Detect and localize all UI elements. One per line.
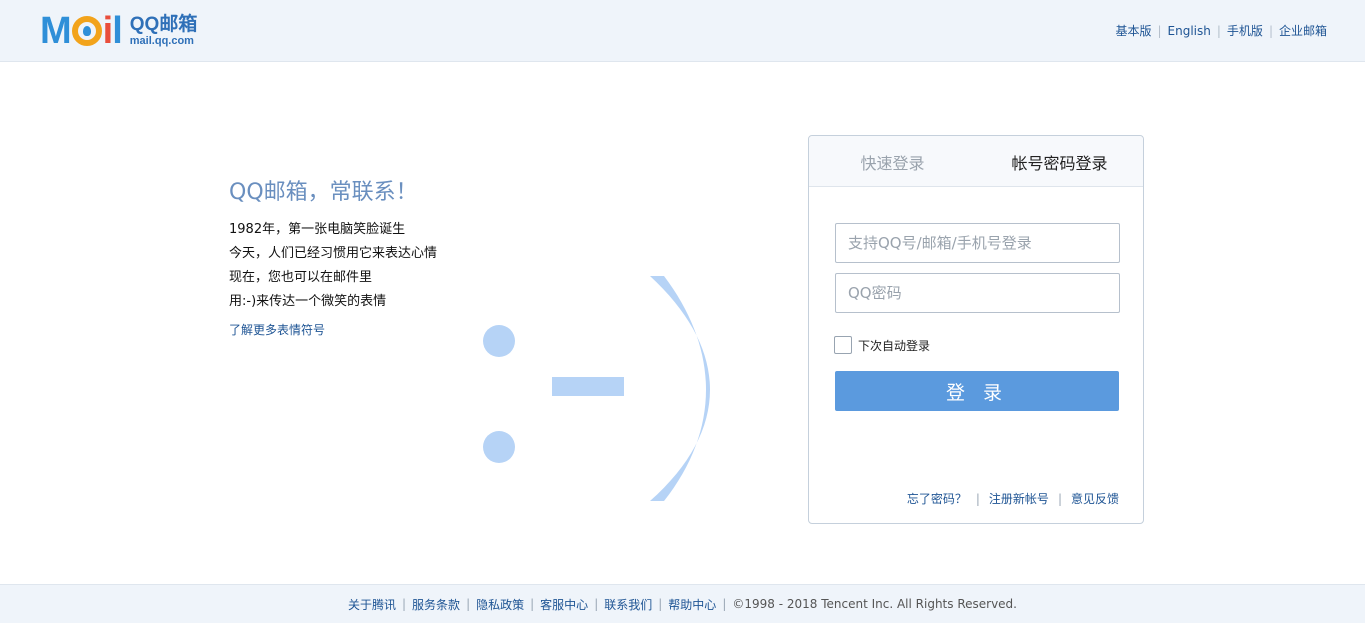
footer-link-privacy[interactable]: 隐私政策: [476, 596, 524, 613]
intro-line: 1982年，第一张电脑笑脸诞生: [229, 222, 406, 237]
intro-line: 用:-)来传达一个微笑的表情: [229, 294, 387, 309]
auto-login-label: 下次自动登录: [858, 338, 931, 353]
separator: |: [402, 597, 407, 611]
footer-link-about[interactable]: 关于腾讯: [348, 596, 396, 613]
tab-account-password-login[interactable]: 帐号密码登录: [976, 136, 1143, 186]
qqmail-logo[interactable]: Mil QQ邮箱 mail.qq.com: [40, 10, 198, 52]
separator: |: [1268, 23, 1273, 38]
footer-link-help[interactable]: 帮助中心: [668, 596, 716, 613]
separator: |: [722, 597, 727, 611]
separator: |: [1157, 23, 1162, 38]
register-link[interactable]: 注册新帐号: [989, 490, 1049, 507]
separator: |: [975, 491, 980, 506]
separator: |: [658, 597, 663, 611]
learn-more-emoticons-link[interactable]: 了解更多表情符号: [229, 321, 325, 338]
footer-link-support[interactable]: 客服中心: [540, 596, 588, 613]
basic-version-link[interactable]: 基本版: [1115, 22, 1151, 39]
enterprise-mail-link[interactable]: 企业邮箱: [1279, 22, 1327, 39]
logo-title: QQ邮箱: [129, 14, 198, 35]
auto-login-checkbox[interactable]: [834, 336, 852, 354]
mobile-version-link[interactable]: 手机版: [1227, 22, 1263, 39]
smiley-eye-top: [483, 325, 515, 357]
separator: |: [1216, 23, 1221, 38]
smiley-mouth: [650, 276, 710, 501]
intro-line: 今天，人们已经习惯用它来表达心情: [229, 246, 438, 261]
tab-quick-login[interactable]: 快速登录: [809, 136, 976, 186]
bell-o-icon: [71, 16, 102, 46]
copyright-text: ©1998 - 2018 Tencent Inc. All Rights Res…: [732, 597, 1017, 611]
intro-line: 现在，您也可以在邮件里: [229, 270, 373, 285]
login-help-links: 忘了密码？ | 注册新帐号 | 意见反馈: [907, 490, 1119, 507]
separator: |: [1057, 491, 1062, 506]
login-button[interactable]: 登 录: [835, 371, 1119, 411]
intro-title: QQ邮箱，常联系！: [229, 180, 418, 205]
intro-text: 1982年，第一张电脑笑脸诞生 今天，人们已经习惯用它来表达心情 现在，您也可以…: [229, 218, 437, 314]
smiley-nose: [552, 377, 624, 396]
logo-text: QQ邮箱 mail.qq.com: [130, 15, 198, 47]
page-footer: 关于腾讯 | 服务条款 | 隐私政策 | 客服中心 | 联系我们 | 帮助中心 …: [0, 584, 1365, 623]
smiley-face-graphic: [483, 276, 710, 501]
feedback-link[interactable]: 意见反馈: [1071, 490, 1119, 507]
login-tabs: 快速登录 帐号密码登录: [809, 136, 1143, 187]
top-links: 基本版 | English | 手机版 | 企业邮箱: [1115, 22, 1327, 39]
username-input[interactable]: [835, 223, 1120, 263]
top-header: Mil QQ邮箱 mail.qq.com 基本版 | English | 手机版…: [0, 0, 1365, 62]
separator: |: [466, 597, 471, 611]
separator: |: [594, 597, 599, 611]
smiley-eye-bottom: [483, 431, 515, 463]
footer-link-terms[interactable]: 服务条款: [412, 596, 460, 613]
password-input[interactable]: [835, 273, 1120, 313]
separator: |: [530, 597, 535, 611]
login-panel: 快速登录 帐号密码登录 下次自动登录 登 录 忘了密码？ | 注册新帐号 | 意…: [808, 135, 1144, 524]
mail-logo-mark: Mil: [40, 10, 123, 52]
auto-login-option[interactable]: 下次自动登录: [834, 336, 930, 354]
footer-link-contact[interactable]: 联系我们: [604, 596, 652, 613]
forgot-password-link[interactable]: 忘了密码？: [907, 490, 967, 507]
english-link[interactable]: English: [1168, 24, 1211, 38]
logo-domain: mail.qq.com: [129, 35, 194, 47]
